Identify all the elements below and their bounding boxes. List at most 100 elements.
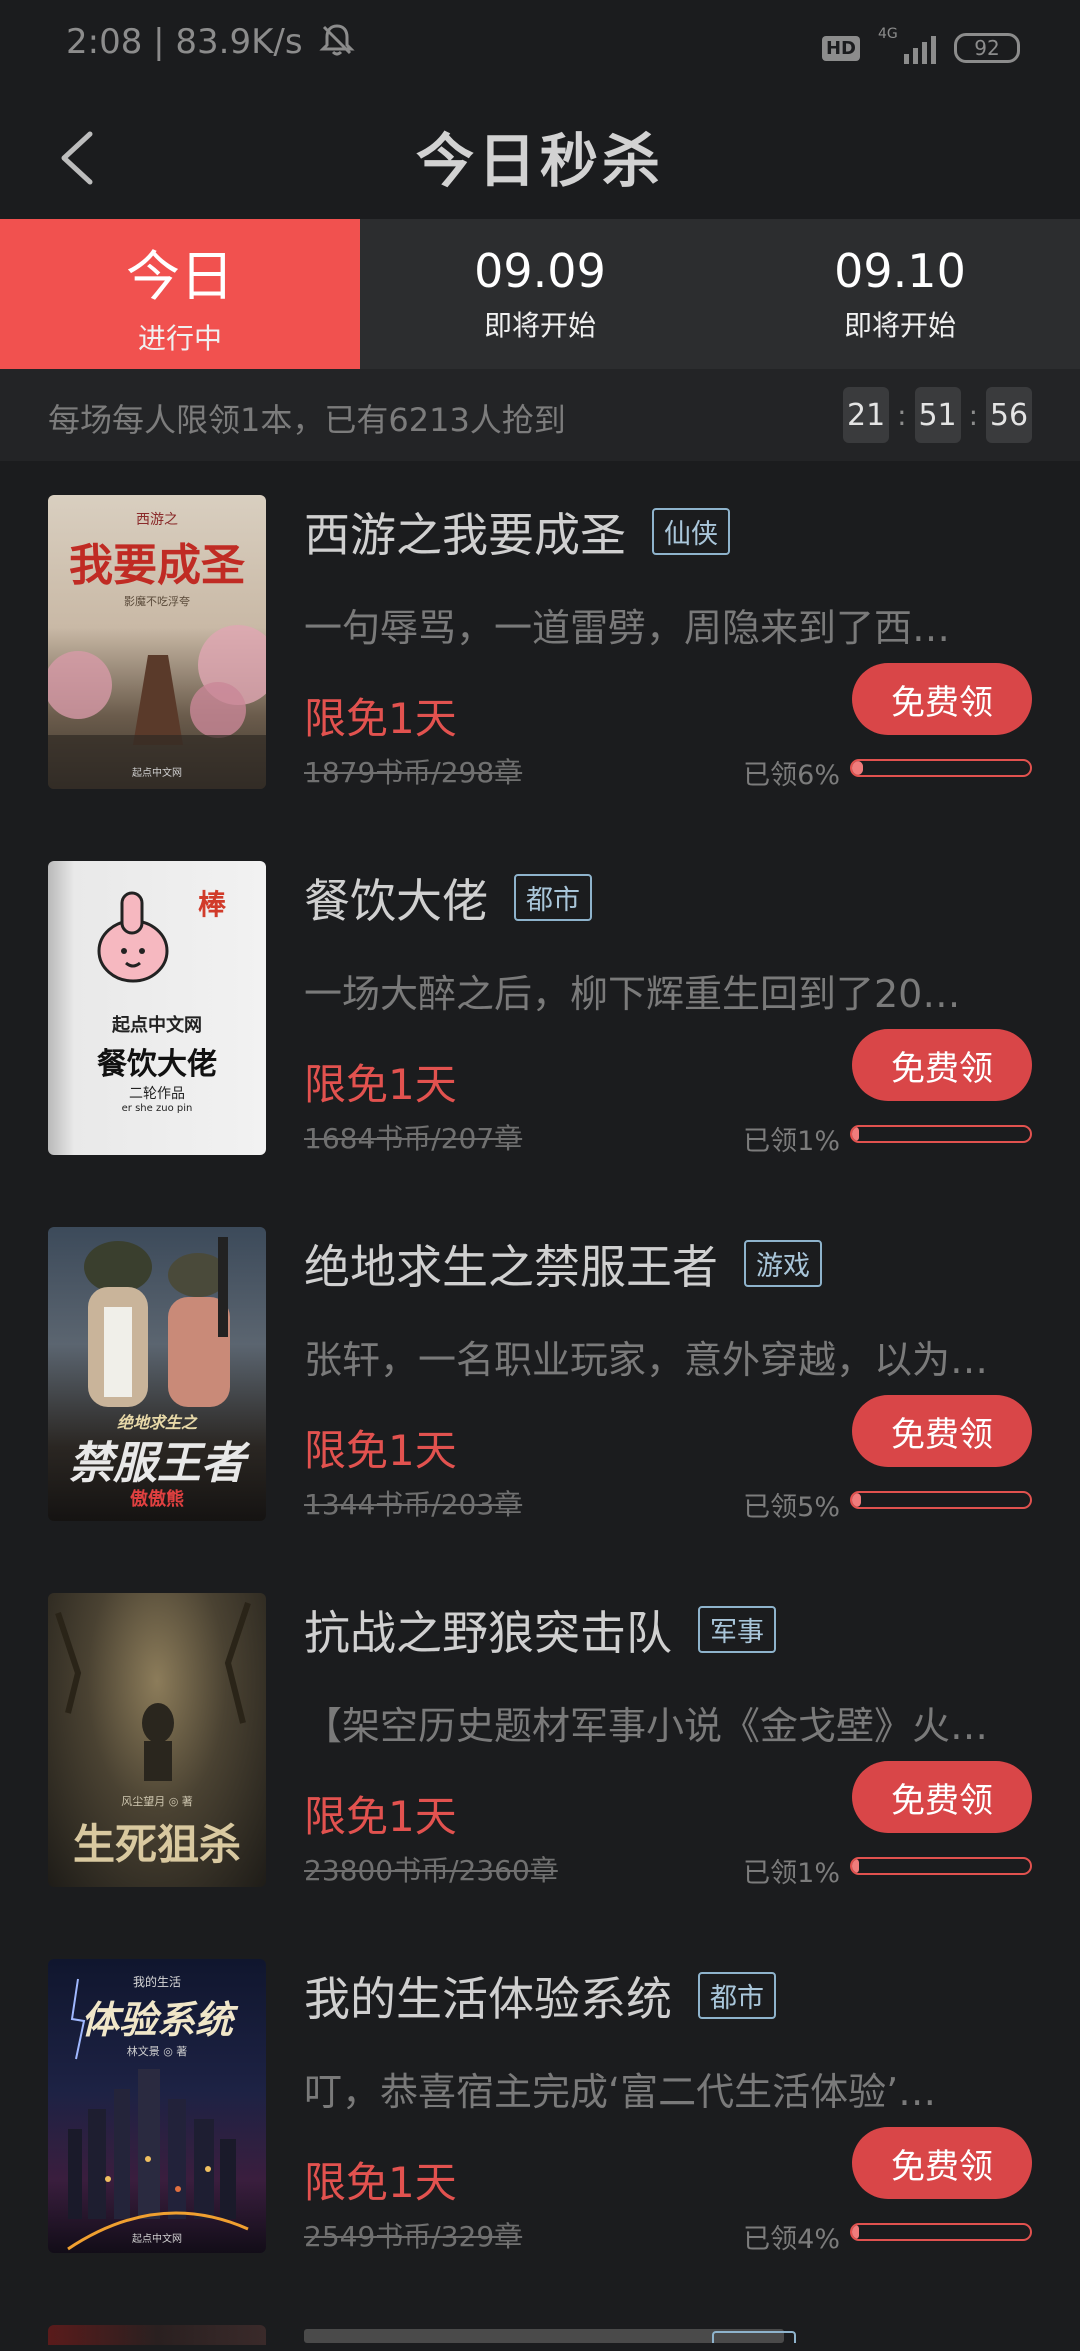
book-item[interactable]: 西游之 我要成圣 影魔不吃浮夸 起点中文网 西游之我要成圣 仙侠 一句辱骂，一道雷… <box>0 461 1080 827</box>
claimed-percent: 已领4% <box>743 2224 840 2255</box>
genre-tag: 都市 <box>514 874 592 921</box>
claimed-percent: 已领6% <box>743 760 840 791</box>
book-cover[interactable]: 风尘望月 ◎ 著 生死狙杀 <box>48 1593 266 1887</box>
free-claim-button[interactable]: 免费领 <box>852 1029 1032 1101</box>
book-title-text: 餐饮大佬 <box>304 874 488 928</box>
promo-label: 限免1天 <box>304 694 457 743</box>
cover-publisher: 起点中文网 <box>132 2234 182 2245</box>
book-list: 西游之 我要成圣 影魔不吃浮夸 起点中文网 西游之我要成圣 仙侠 一句辱骂，一道雷… <box>0 461 1080 2291</box>
cover-title: 我要成圣 <box>69 540 245 591</box>
tab-status: 进行中 <box>137 321 222 355</box>
book-title[interactable]: 西游之我要成圣 仙侠 <box>304 499 730 565</box>
book-item[interactable]: 棒 起点中文网 餐饮大佬 二轮作品 er she zuo pin 餐饮大佬 都市 … <box>0 827 1080 1193</box>
promo-label: 限免1天 <box>304 1792 457 1841</box>
countdown-timer: 21 : 51 : 56 <box>843 387 1032 443</box>
claim-progress-bar <box>850 1491 1032 1509</box>
claim-progress-bar <box>850 2223 1032 2241</box>
genre-tag: 都市 <box>698 1972 776 2019</box>
book-title-text: 我的生活体验系统 <box>304 1972 672 2026</box>
claim-progress-fill <box>852 2225 860 2239</box>
book-description: 【架空历史题材军事小说《金戈壁》火… <box>304 1704 989 1748</box>
tab-status: 即将开始 <box>483 309 596 342</box>
free-claim-button[interactable]: 免费领 <box>852 1395 1032 1467</box>
cover-title: 生死狙杀 <box>72 1820 241 1869</box>
claim-progress-fill <box>852 1127 860 1141</box>
countdown-seconds: 56 <box>986 387 1032 443</box>
original-price: 23800书币/2360章 <box>304 1854 558 1887</box>
genre-tag: 仙侠 <box>652 508 730 555</box>
battery-level: 92 <box>974 36 1000 60</box>
book-item[interactable]: 风尘望月 ◎ 著 生死狙杀 抗战之野狼突击队 军事 【架空历史题材军事小说《金戈壁… <box>0 1559 1080 1925</box>
original-price: 1879书币/298章 <box>304 756 523 789</box>
claim-progress-bar <box>850 1125 1032 1143</box>
countdown-hours: 21 <box>843 387 890 443</box>
free-claim-button[interactable]: 免费领 <box>852 1761 1032 1833</box>
book-description: 叮，恭喜宿主完成‘富二代生活体验’… <box>304 2070 937 2114</box>
cover-publisher: 起点中文网 <box>132 768 182 779</box>
book-title-text: 西游之我要成圣 <box>304 508 626 562</box>
book-description: 张轩，一名职业玩家，意外穿越，以为… <box>304 1338 989 1382</box>
limit-notice: 每场每人限领1本，已有6213人抢到 <box>48 401 566 439</box>
tab-label: 今日 <box>126 244 234 308</box>
book-title[interactable]: 餐饮大佬 都市 <box>304 865 592 931</box>
tab-status: 即将开始 <box>843 309 956 342</box>
tab-0910[interactable]: 09.10 即将开始 <box>720 219 1080 369</box>
promo-label: 限免1天 <box>304 2158 457 2207</box>
countdown-separator: : <box>968 398 978 432</box>
status-bar: 2:08 | 83.9K/s HD 4G 92 <box>0 0 1080 96</box>
book-item[interactable]: 我的生活 体验系统 林文景 ◎ 著 起点中文网 我的生活体验系统 都市 叮，恭喜宿… <box>0 1925 1080 2291</box>
status-time-text: 2:08 | 83.9K/s <box>66 22 303 62</box>
book-description: 一句辱骂，一道雷劈，周隐来到了西… <box>304 606 951 650</box>
cover-pinyin: er she zuo pin <box>121 1103 193 1114</box>
promo-label: 限免1天 <box>304 1060 457 1109</box>
genre-tag: 军事 <box>698 1606 776 1653</box>
book-title[interactable]: 绝地求生之禁服王者 游戏 <box>304 1231 822 1297</box>
network-type: 4G <box>878 26 898 42</box>
claim-progress-bar <box>850 759 1032 777</box>
original-price: 2549书币/329章 <box>304 2220 523 2253</box>
claimed-percent: 已领1% <box>743 1858 840 1889</box>
genre-tag: 游戏 <box>744 1240 822 1287</box>
book-title-text: 抗战之野狼突击队 <box>304 1606 672 1660</box>
book-cover[interactable]: 西游之 我要成圣 影魔不吃浮夸 起点中文网 <box>48 495 266 789</box>
book-title[interactable]: 我的生活体验系统 都市 <box>304 1963 776 2029</box>
bell-off-icon <box>319 24 356 56</box>
claimed-percent: 已领5% <box>743 1492 840 1523</box>
tab-0909[interactable]: 09.09 即将开始 <box>360 219 720 369</box>
book-cover <box>48 2325 266 2345</box>
cover-title: 禁服王者 <box>69 1438 245 1489</box>
claimed-percent: 已领1% <box>743 1126 840 1157</box>
cover-author: 风尘望月 ◎ 著 <box>121 1795 193 1808</box>
original-price: 1344书币/203章 <box>304 1488 523 1521</box>
cover-badge: 棒 <box>198 888 227 921</box>
tab-label: 09.10 <box>834 244 966 298</box>
book-cover[interactable]: 绝地求生之 禁服王者 傲傲熊 <box>48 1227 266 1521</box>
book-item-partial[interactable] <box>0 2291 1080 2351</box>
info-bar: 每场每人限领1本，已有6213人抢到 21 : 51 : 56 <box>0 369 1080 461</box>
thumbs-up-icon <box>97 891 169 983</box>
page-title: 今日秒杀 <box>415 127 664 195</box>
status-indicators: HD 4G 92 <box>821 26 1020 68</box>
free-claim-button[interactable]: 免费领 <box>852 2127 1032 2199</box>
genre-tag-partial <box>712 2331 796 2343</box>
cover-author: 影魔不吃浮夸 <box>124 595 190 608</box>
free-claim-button[interactable]: 免费领 <box>852 663 1032 735</box>
book-title-text: 绝地求生之禁服王者 <box>304 1240 718 1294</box>
book-cover[interactable]: 棒 起点中文网 餐饮大佬 二轮作品 er she zuo pin <box>48 861 266 1155</box>
book-title[interactable]: 抗战之野狼突击队 军事 <box>304 1597 776 1663</box>
tab-label: 09.09 <box>474 244 606 298</box>
tab-today[interactable]: 今日 进行中 <box>0 219 360 389</box>
hd-badge: HD <box>821 35 860 61</box>
book-item[interactable]: 绝地求生之 禁服王者 傲傲熊 绝地求生之禁服王者 游戏 张轩，一名职业玩家，意外穿… <box>0 1193 1080 1559</box>
book-cover[interactable]: 我的生活 体验系统 林文景 ◎ 著 起点中文网 <box>48 1959 266 2253</box>
cover-author: 林文景 ◎ 著 <box>126 2045 188 2058</box>
cover-title: 体验系统 <box>80 1997 233 2042</box>
date-tabs: 今日 进行中 09.09 即将开始 09.10 即将开始 <box>0 219 1080 389</box>
status-time: 2:08 | 83.9K/s <box>66 22 356 62</box>
book-description: 一场大醉之后，柳下辉重生回到了20… <box>304 972 961 1016</box>
cover-author: 傲傲熊 <box>130 1489 184 1510</box>
countdown-minutes: 51 <box>914 387 961 443</box>
cover-site: 起点中文网 <box>112 1015 202 1036</box>
original-price: 1684书币/207章 <box>304 1122 523 1155</box>
promo-label: 限免1天 <box>304 1426 457 1475</box>
